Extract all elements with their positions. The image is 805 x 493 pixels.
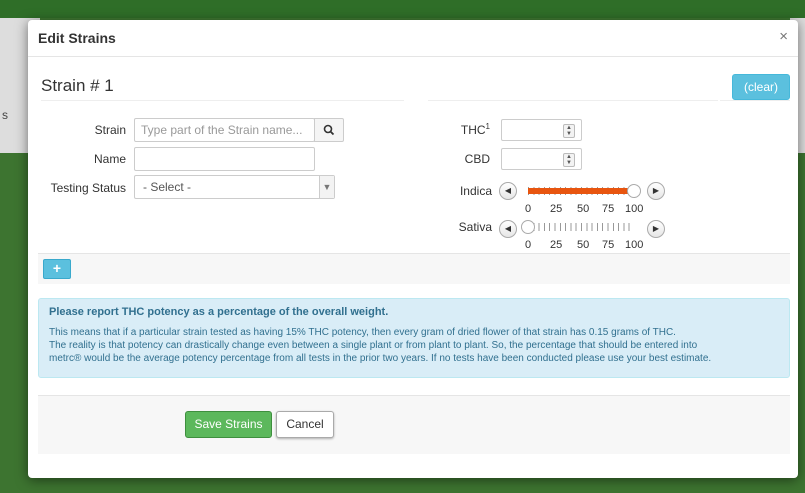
triangle-right-icon: ▶ xyxy=(652,186,660,195)
divider xyxy=(41,100,404,101)
strain-heading: Strain # 1 xyxy=(41,76,114,95)
close-icon[interactable]: × xyxy=(779,28,788,45)
app-top-bar xyxy=(0,0,805,18)
cbd-spinner[interactable]: ▲ ▼ xyxy=(563,153,575,167)
name-label: Name xyxy=(93,152,126,166)
divider xyxy=(720,100,790,101)
divider xyxy=(428,100,718,101)
cancel-button[interactable]: Cancel xyxy=(276,411,334,438)
testing-status-label: Testing Status xyxy=(50,181,126,195)
sativa-label: Sativa xyxy=(458,220,492,234)
testing-status-select[interactable]: - Select - ▼ xyxy=(134,175,335,199)
search-icon xyxy=(323,124,335,136)
sativa-increase-button[interactable]: ▶ xyxy=(647,220,665,238)
indica-decrease-button[interactable]: ◀ xyxy=(499,182,517,200)
tick-label: 25 xyxy=(550,203,563,215)
modal-title: Edit Strains xyxy=(38,30,116,46)
tick-label: 100 xyxy=(625,203,644,215)
clear-button[interactable]: (clear) xyxy=(732,74,790,100)
indica-slider-fill xyxy=(528,188,634,194)
tick-label: 0 xyxy=(525,239,532,251)
tick-label: 75 xyxy=(602,203,615,215)
thc-label: THC1 xyxy=(460,122,490,137)
add-strain-row xyxy=(38,253,790,284)
app-left-text-fragment: s xyxy=(2,108,8,122)
modal-header: Edit Strains × xyxy=(28,20,798,57)
triangle-left-icon: ◀ xyxy=(504,186,512,195)
sativa-slider-track[interactable] xyxy=(521,220,634,234)
cbd-label: CBD xyxy=(464,152,490,166)
triangle-right-icon: ▶ xyxy=(652,224,660,233)
info-title: Please report THC potency as a percentag… xyxy=(49,306,389,318)
tick-label: 50 xyxy=(577,203,590,215)
indica-label: Indica xyxy=(459,184,492,198)
save-strains-button[interactable]: Save Strains xyxy=(185,411,272,438)
testing-status-value: - Select - xyxy=(143,180,192,194)
sativa-ticks xyxy=(528,223,634,231)
triangle-left-icon: ◀ xyxy=(504,224,512,233)
thc-footnote: 1 xyxy=(485,122,490,131)
chevron-down-icon: ▼ xyxy=(319,176,334,198)
tick-label: 25 xyxy=(550,239,563,251)
strain-label: Strain xyxy=(94,123,126,137)
name-field[interactable] xyxy=(134,147,315,171)
info-line: metrc® would be the average potency perc… xyxy=(49,353,712,364)
indica-increase-button[interactable]: ▶ xyxy=(647,182,665,200)
info-line: The reality is that potency can drastica… xyxy=(49,340,698,351)
tick-label: 50 xyxy=(577,239,590,251)
sativa-decrease-button[interactable]: ◀ xyxy=(499,220,517,238)
tick-label: 75 xyxy=(602,239,615,251)
potency-info-box: Please report THC potency as a percentag… xyxy=(38,298,790,378)
add-strain-button[interactable]: + xyxy=(43,259,71,279)
tick-label: 0 xyxy=(525,203,532,215)
tick-label: 100 xyxy=(625,239,644,251)
modal-footer xyxy=(38,395,790,454)
indica-slider-track[interactable] xyxy=(528,184,641,198)
strain-search-input[interactable] xyxy=(134,118,315,142)
strain-search-button[interactable] xyxy=(314,118,344,142)
indica-slider-handle[interactable] xyxy=(627,184,641,198)
thc-spinner[interactable]: ▲ ▼ xyxy=(563,124,575,138)
edit-strains-modal: Edit Strains × Strain # 1 (clear) Strain… xyxy=(28,20,798,478)
info-line: This means that if a particular strain t… xyxy=(49,327,676,338)
sativa-slider-handle[interactable] xyxy=(521,220,535,234)
